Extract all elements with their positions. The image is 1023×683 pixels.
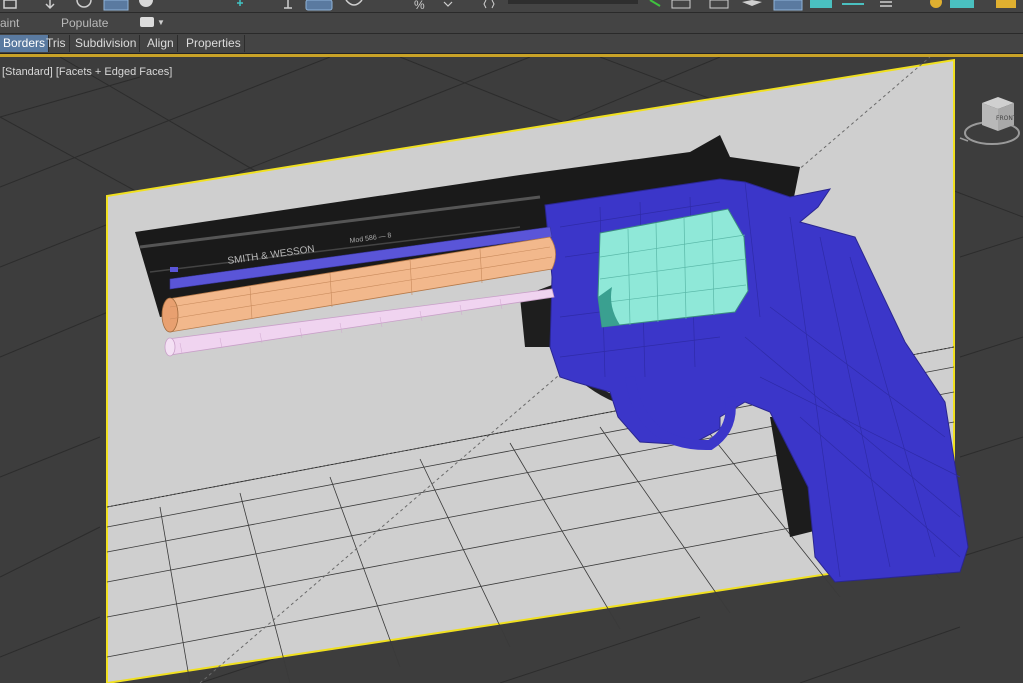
curve-editor-icon[interactable] — [810, 0, 832, 8]
sphere-icon[interactable] — [139, 0, 153, 7]
ribbon-options-button[interactable] — [140, 17, 154, 27]
ribbon-tab-populate[interactable]: Populate — [61, 16, 108, 30]
scene-explorer-icon[interactable] — [742, 0, 762, 6]
pin-icon[interactable] — [284, 0, 292, 9]
subtab-subdivision[interactable]: Subdivision — [72, 35, 141, 52]
perspective-viewport[interactable]: SMITH & WESSON Mod 586 — 8 [Standard] [F… — [0, 57, 1023, 683]
ribbon-tab-paint[interactable]: aint — [0, 16, 19, 30]
subtab-align[interactable]: Align — [144, 35, 178, 52]
subtab-borders[interactable]: Borders — [0, 35, 50, 52]
chevron-down-icon[interactable]: ▼ — [157, 18, 165, 27]
subtab-properties[interactable]: Properties — [183, 35, 245, 52]
snap-toggle-icon[interactable] — [305, 0, 333, 11]
move-icon[interactable] — [45, 0, 55, 10]
ribbon-tab-row: aint Populate ▼ — [0, 13, 1023, 34]
toolbar-icons: % — [3, 0, 1016, 12]
render-setup-icon[interactable] — [930, 0, 942, 8]
ribbon-toggle-icon[interactable] — [773, 0, 803, 11]
bracket-icon[interactable] — [483, 0, 495, 9]
scene-canvas[interactable]: SMITH & WESSON Mod 586 — 8 — [0, 57, 1023, 683]
snap-icon[interactable] — [345, 0, 363, 6]
material-editor-icon[interactable] — [880, 1, 892, 7]
render-frame-icon[interactable] — [996, 0, 1016, 8]
rotate-icon[interactable] — [76, 0, 92, 8]
viewcube-icon[interactable] — [958, 93, 1020, 151]
named-selection-field[interactable] — [508, 0, 638, 4]
ribbon-subtab-row: Borders Tris Subdivision Align Propertie… — [0, 34, 1023, 54]
viewport-label[interactable]: [Standard] [Facets + Edged Faces] — [2, 66, 172, 78]
viewcube-face-label: FRONT — [996, 115, 1017, 122]
front-sight — [170, 267, 178, 272]
mirror-icon[interactable] — [649, 0, 661, 7]
select-region-icon[interactable] — [103, 0, 129, 11]
plus-icon[interactable] — [237, 0, 243, 6]
main-toolbar: % — [0, 0, 1023, 13]
render-icon[interactable] — [950, 0, 974, 8]
percent-snap-icon[interactable]: % — [414, 0, 425, 12]
select-icon[interactable] — [3, 0, 17, 9]
layer-icon[interactable] — [709, 0, 729, 9]
chevron-down-icon[interactable] — [443, 1, 453, 7]
subtab-tris[interactable]: Tris — [43, 35, 70, 52]
align-icon[interactable] — [671, 0, 691, 9]
